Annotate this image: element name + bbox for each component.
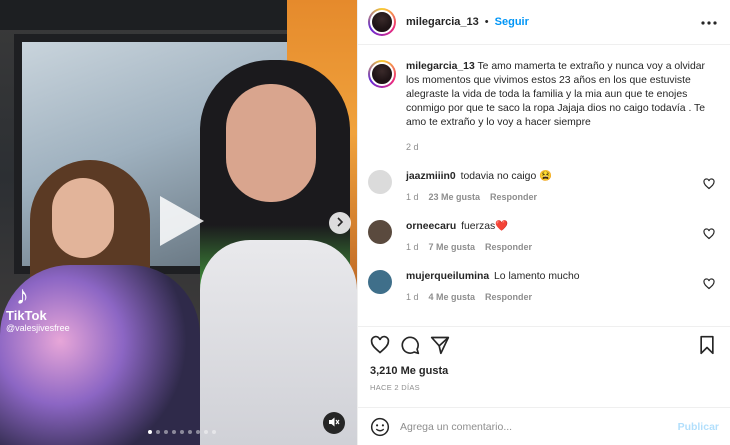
carousel-dots xyxy=(148,430,216,434)
comment-input[interactable] xyxy=(400,420,678,433)
caption-time[interactable]: 2 d xyxy=(406,142,721,152)
comment-reply-button[interactable]: Responder xyxy=(485,292,532,302)
header-separator: • xyxy=(484,16,489,28)
comment-item: jaazmiiin0 todavia no caigo 😫 1 d 23 Me … xyxy=(368,170,721,202)
author-username[interactable]: milegarcia_13 xyxy=(406,16,479,28)
carousel-dot xyxy=(212,430,216,434)
tiktok-icon: ♪ xyxy=(16,280,29,310)
comment-body: orneecaru fuerzas❤️ 1 d 7 Me gusta Respo… xyxy=(406,220,706,252)
comment-heart-icon[interactable] xyxy=(703,178,715,190)
comment-body: jaazmiiin0 todavia no caigo 😫 1 d 23 Me … xyxy=(406,170,706,202)
likes-count[interactable]: 3,210 Me gusta xyxy=(370,365,719,377)
comment-reply-button[interactable]: Responder xyxy=(490,192,537,202)
comment-heart-icon[interactable] xyxy=(703,228,715,240)
tiktok-watermark: ♪ TikTok @valesjivesfree xyxy=(6,282,70,333)
heart-icon[interactable] xyxy=(370,335,392,357)
comment-time[interactable]: 1 d xyxy=(406,292,419,302)
share-icon[interactable] xyxy=(430,335,452,357)
tiktok-label: TikTok xyxy=(6,308,47,323)
comment-text: orneecaru fuerzas❤️ xyxy=(406,220,706,234)
media-person-right-face xyxy=(226,84,316,202)
comment-avatar[interactable] xyxy=(368,220,392,244)
comment-username[interactable]: orneecaru xyxy=(406,221,456,232)
add-comment-bar: Publicar xyxy=(358,407,730,445)
chevron-right-icon xyxy=(335,216,345,230)
more-horizontal-icon xyxy=(701,16,717,28)
comment-list: jaazmiiin0 todavia no caigo 😫 1 d 23 Me … xyxy=(368,170,721,302)
comment-heart-icon[interactable] xyxy=(703,278,715,290)
action-row xyxy=(370,335,719,357)
carousel-dot xyxy=(148,430,152,434)
comment-meta: 1 d 4 Me gusta Responder xyxy=(406,292,706,302)
caption-text: milegarcia_13 Te amo mamerta te extraño … xyxy=(406,60,721,130)
caption-avatar[interactable] xyxy=(368,60,396,88)
bookmark-icon[interactable] xyxy=(697,335,719,357)
post-time[interactable]: HACE 2 DÍAS xyxy=(370,383,719,392)
comment-likes[interactable]: 4 Me gusta xyxy=(429,292,476,302)
carousel-dot xyxy=(196,430,200,434)
play-icon[interactable] xyxy=(150,192,208,250)
post-caption: milegarcia_13 Te amo mamerta te extraño … xyxy=(368,60,721,130)
post-media[interactable]: ♪ TikTok @valesjivesfree xyxy=(0,0,357,445)
comment-avatar[interactable] xyxy=(368,270,392,294)
comment-username[interactable]: mujerqueilumina xyxy=(406,271,489,282)
comment-username[interactable]: jaazmiiin0 xyxy=(406,171,456,182)
comment-time[interactable]: 1 d xyxy=(406,192,419,202)
post-actions: 3,210 Me gusta HACE 2 DÍAS xyxy=(358,326,730,392)
comment-avatar[interactable] xyxy=(368,170,392,194)
comment-meta: 1 d 23 Me gusta Responder xyxy=(406,192,706,202)
comment-body: mujerqueilumina Lo lamento mucho 1 d 4 M… xyxy=(406,270,706,302)
comment-message: Lo lamento mucho xyxy=(494,271,580,282)
post-header: milegarcia_13 • Seguir xyxy=(358,0,730,45)
comment-reply-button[interactable]: Responder xyxy=(485,242,532,252)
tiktok-handle: @valesjivesfree xyxy=(6,323,70,333)
emoji-icon[interactable] xyxy=(370,417,390,437)
comment-likes[interactable]: 23 Me gusta xyxy=(429,192,481,202)
carousel-dot xyxy=(164,430,168,434)
author-avatar[interactable] xyxy=(368,8,396,36)
comment-message: todavia no caigo 😫 xyxy=(460,171,553,182)
comment-likes[interactable]: 7 Me gusta xyxy=(429,242,476,252)
mute-icon xyxy=(328,416,340,431)
mute-button[interactable] xyxy=(323,412,345,434)
comment-item: orneecaru fuerzas❤️ 1 d 7 Me gusta Respo… xyxy=(368,220,721,252)
carousel-dot xyxy=(156,430,160,434)
caption-username[interactable]: milegarcia_13 xyxy=(406,61,475,72)
carousel-dot xyxy=(172,430,176,434)
next-media-button[interactable] xyxy=(329,212,351,234)
comment-text: jaazmiiin0 todavia no caigo 😫 xyxy=(406,170,706,184)
more-options-button[interactable] xyxy=(698,11,720,33)
comment-time[interactable]: 1 d xyxy=(406,242,419,252)
comment-meta: 1 d 7 Me gusta Responder xyxy=(406,242,706,252)
carousel-dot xyxy=(204,430,208,434)
carousel-dot xyxy=(180,430,184,434)
follow-button[interactable]: Seguir xyxy=(495,16,529,28)
post-sidebar: milegarcia_13 • Seguir milegarcia_13 Te … xyxy=(357,0,730,445)
comments-section[interactable]: milegarcia_13 Te amo mamerta te extraño … xyxy=(358,46,730,326)
comment-icon[interactable] xyxy=(400,335,422,357)
comment-message: fuerzas❤️ xyxy=(461,221,509,232)
comment-text: mujerqueilumina Lo lamento mucho xyxy=(406,270,706,284)
instagram-post: ♪ TikTok @valesjivesfree milegarcia_13 •… xyxy=(0,0,730,445)
comment-item: mujerqueilumina Lo lamento mucho 1 d 4 M… xyxy=(368,270,721,302)
carousel-dot xyxy=(188,430,192,434)
publish-button[interactable]: Publicar xyxy=(678,421,719,433)
media-person-left-face xyxy=(52,178,114,258)
